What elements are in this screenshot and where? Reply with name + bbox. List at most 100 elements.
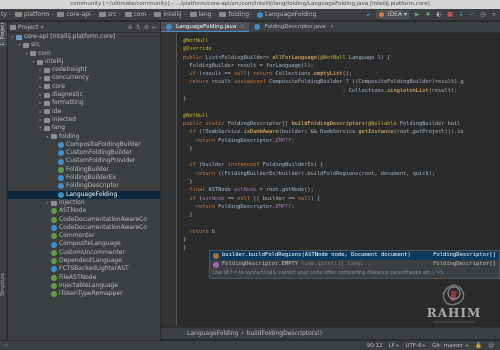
project-tool-tab[interactable]: 1: Project [0,22,7,47]
nav-crumb[interactable]: LanguageFolding [256,11,317,18]
chevron-down-icon[interactable]: ▾ [45,133,50,141]
completion-hint-link[interactable]: >> [436,270,444,276]
file-encoding[interactable]: UTF-8÷ [405,343,426,349]
lock-icon[interactable]: 🔓 [475,343,482,349]
nav-crumb[interactable]: com › [124,11,154,18]
editor-gutter[interactable] [161,33,177,326]
locate-icon[interactable]: ⊕ [128,24,133,31]
tree-item[interactable]: ASTNode [8,207,160,215]
code-line[interactable]: } [183,145,500,153]
breadcrumb-item[interactable]: buildFoldingDescriptors() [247,330,322,337]
tree-item[interactable]: FCTSBackedLighterAST [8,265,160,273]
tree-item[interactable]: FoldingBuilderEx [8,174,160,182]
code-line[interactable]: return ((FoldingBuilderEx)builder).build… [183,170,500,178]
code-line[interactable]: return b [183,228,500,236]
tree-item[interactable]: InjectableLanguage [8,282,160,290]
tree-item[interactable]: ▾ intellij [8,58,160,66]
arrow-down-icon[interactable]: ↙ [365,11,373,19]
tree-item[interactable]: CustomFoldingBuilder [8,149,160,157]
code-line[interactable]: } [183,211,500,219]
tree-item[interactable]: ▸ ide [8,108,160,116]
code-line[interactable]: if (astNode == null || builder == null) … [183,195,500,203]
gear-icon[interactable]: ⚙ [144,24,149,31]
code-line[interactable]: return result instanceof CompositeFoldin… [183,78,500,86]
chevron-right-icon[interactable]: ▸ [38,108,43,116]
vcs-update-icon[interactable]: ↓ [457,11,465,19]
chevron-down-icon[interactable]: ▾ [31,58,36,66]
code-line[interactable]: public static FoldingDescriptor[] buildF… [183,120,500,128]
editor-tab[interactable]: FoldingDescriptor.java × [249,22,338,32]
code-line[interactable]: @NotNull [183,37,500,45]
tree-item[interactable]: ▸ diagnostic [8,91,160,99]
tree-item[interactable]: CustomUncommenter [8,249,160,257]
chevron-right-icon[interactable]: ▸ [45,199,50,207]
code-line[interactable] [183,220,500,228]
tree-item[interactable]: ▾ lang [8,124,160,132]
collapse-all-icon[interactable]: ⇅ [136,24,141,31]
hide-panel-icon[interactable]: ⇤ [152,24,157,31]
tree-item[interactable]: FoldingBuilder [8,166,160,174]
chevron-down-icon[interactable]: ▾ [24,50,29,58]
code-editor[interactable]: LanguageFolding.java × FoldingDescriptor.j… [161,22,500,340]
close-icon[interactable]: × [240,24,244,30]
code-line[interactable]: if (!DumbService.isDumbAware(builder) &&… [183,128,500,136]
caret-position[interactable]: 90:12 [367,343,383,349]
tree-item[interactable]: FileASTNode [8,274,160,282]
code-line[interactable]: public List<FoldingBuilder> allForLangua… [183,54,500,62]
tree-item[interactable]: DependentLanguage [8,257,160,265]
nav-crumb[interactable]: platform › [14,11,57,18]
chevron-down-icon[interactable]: ▾ [41,24,44,31]
tree-item[interactable]: ▸ concurrency [8,74,160,82]
run-icon[interactable]: ▶ [413,11,421,19]
nav-crumb[interactable]: folding › [218,11,256,18]
tree-item[interactable]: CodeDocumentationAwareCo [8,216,160,224]
tree-item[interactable]: ▸ injected [8,116,160,124]
code-line[interactable]: if (builder instanceof FoldingBuilderEx)… [183,161,500,169]
vcs-branch[interactable]: Git: master ÷ [432,343,469,349]
tree-item[interactable]: ▸ injection [8,199,160,207]
line-separator[interactable]: LF÷ [389,343,400,349]
tree-item[interactable]: CompositeFoldingBuilder [8,141,160,149]
editor-tab[interactable]: LanguageFolding.java × [161,22,250,32]
code-area[interactable]: @NotNull @Override public List<FoldingBuil… [183,37,500,253]
code-line[interactable]: FoldingBuilder result = forLanguage(l); [183,62,500,70]
completion-item[interactable]: builder.buildFoldRegions(ASTNode node, D… [210,251,499,260]
history-icon[interactable]: ◷ [479,11,487,19]
code-line[interactable]: @Override [183,45,500,53]
code-line[interactable]: } [183,236,500,244]
code-line[interactable] [183,153,500,161]
tree-item[interactable]: ▾ src [8,41,160,49]
chevron-right-icon[interactable]: ▸ [38,99,43,107]
chevron-right-icon[interactable]: ▸ [38,116,43,124]
tree-item[interactable]: ITokenTypeRemapper [8,290,160,298]
debug-icon[interactable]: ✱ [424,11,432,19]
tree-item[interactable]: Commenter [8,232,160,240]
completion-item[interactable]: FoldingDescriptor.EMPTY (com.intellij.lan… [210,260,499,269]
tree-item[interactable]: ▾ core-api [intellij.platform.core] [8,33,160,41]
tree-item[interactable]: ▸ formatting [8,99,160,107]
code-line[interactable]: final ASTNode astNode = root.getNode(); [183,186,500,194]
chevron-right-icon[interactable]: ▸ [38,66,43,74]
nav-crumb[interactable]: src › [98,11,124,18]
tree-item[interactable]: FoldingDescriptor [8,182,160,190]
tree-item[interactable]: ▾ com [8,50,160,58]
coverage-icon[interactable]: ◐ [435,11,443,19]
chevron-down-icon[interactable]: ▾ [10,33,15,41]
tree-item[interactable]: LanguageFolding [8,190,160,199]
nav-crumb[interactable]: core-api › [56,11,97,18]
chevron-down-icon[interactable]: ▾ [17,41,22,49]
toggle-tool-windows-icon[interactable]: ▭ [3,343,8,349]
inspector-icon[interactable]: ☺ [488,343,494,349]
tree-item[interactable]: CodeDocumentationAwareCo [8,224,160,232]
code-line[interactable]: @NotNull [183,112,500,120]
code-line[interactable] [183,103,500,111]
tree-item[interactable]: ▸ core [8,83,160,91]
stop-icon[interactable]: ■ [446,11,454,19]
breadcrumb-item[interactable]: LanguageFolding [187,330,238,337]
chevron-right-icon[interactable]: ▸ [38,74,43,82]
code-line[interactable]: return FoldingDescriptor.EMPTY; [183,203,500,211]
code-line[interactable]: if (result == null) return Collections.e… [183,70,500,78]
chevron-down-icon[interactable]: ▾ [38,124,43,132]
search-icon[interactable]: ⌕ [490,11,498,19]
chevron-right-icon[interactable]: ▸ [38,91,43,99]
